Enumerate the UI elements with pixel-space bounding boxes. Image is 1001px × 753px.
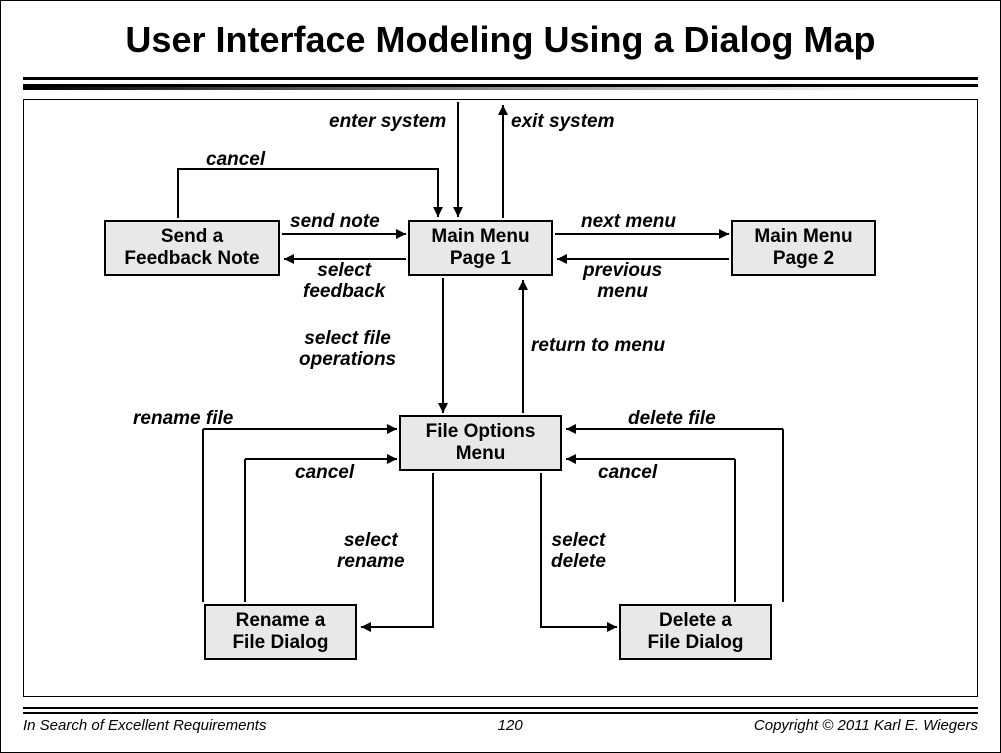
label-select-delete: selectdelete (551, 531, 606, 573)
label-cancel-rename: cancel (295, 463, 354, 484)
node-file-options-menu: File OptionsMenu (399, 415, 562, 471)
label-rename-file: rename file (133, 409, 233, 430)
page-title: User Interface Modeling Using a Dialog M… (1, 19, 1000, 61)
footer-right: Copyright © 2011 Karl E. Wiegers (754, 717, 978, 734)
arrows-layer (23, 99, 980, 697)
node-main-menu-page-2: Main MenuPage 2 (731, 220, 876, 276)
label-return-to-menu: return to menu (531, 336, 665, 357)
label-cancel-delete: cancel (598, 463, 657, 484)
label-previous-menu: previousmenu (583, 261, 662, 303)
label-cancel-feedback: cancel (206, 150, 265, 171)
page: User Interface Modeling Using a Dialog M… (0, 0, 1001, 753)
label-exit-system: exit system (511, 112, 615, 133)
node-delete-file-dialog: Delete aFile Dialog (619, 604, 772, 660)
footer-left: In Search of Excellent Requirements (23, 717, 266, 734)
footer: In Search of Excellent Requirements 120 … (23, 717, 978, 734)
label-select-feedback: selectfeedback (303, 261, 385, 303)
label-select-file-ops: select fileoperations (299, 329, 396, 371)
label-select-rename: selectrename (337, 531, 405, 573)
label-enter-system: enter system (329, 112, 446, 133)
label-send-note: send note (290, 212, 380, 233)
node-main-menu-page-1: Main MenuPage 1 (408, 220, 553, 276)
bottom-divider (23, 707, 978, 709)
footer-center: 120 (498, 717, 523, 734)
node-rename-file-dialog: Rename aFile Dialog (204, 604, 357, 660)
node-send-feedback-note: Send aFeedback Note (104, 220, 280, 276)
top-divider (23, 77, 978, 87)
label-next-menu: next menu (581, 212, 676, 233)
label-delete-file: delete file (628, 409, 716, 430)
